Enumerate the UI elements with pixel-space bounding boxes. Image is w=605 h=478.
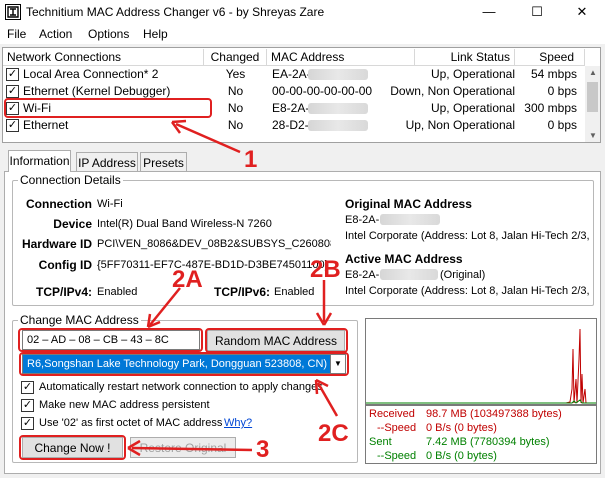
restart-checkbox[interactable]: ✓: [21, 381, 34, 394]
active-mac-value: E8-2A-: [345, 269, 380, 281]
window-title: Technitium MAC Address Changer v6 - by S…: [26, 5, 325, 19]
original-mac-title: Original MAC Address: [345, 197, 472, 211]
rx-speed-value: 0 B/s (0 bytes): [426, 422, 497, 434]
row-mac: EA-2A-: [272, 67, 311, 81]
close-button[interactable]: ✕: [559, 0, 605, 24]
sent-series: [366, 399, 596, 404]
row-link-status: Up, Non Operational: [405, 118, 515, 132]
redacted-mac: [308, 120, 368, 131]
why-link[interactable]: Why?: [224, 417, 252, 429]
active-mac-note: (Original): [440, 269, 486, 281]
tab-presets[interactable]: Presets: [140, 152, 187, 173]
menu-help[interactable]: Help: [143, 27, 168, 41]
hardware-id-value: PCI\VEN_8086&DEV_08B2&SUBSYS_C2608080: [97, 238, 331, 250]
scroll-up-icon[interactable]: ▲: [589, 68, 597, 77]
tx-speed-label: --Speed: [377, 450, 417, 462]
redacted-mac: [380, 214, 440, 225]
menu-action[interactable]: Action: [39, 27, 72, 41]
redacted-mac: [308, 103, 368, 114]
annotation-label-2b: 2B: [310, 256, 341, 283]
tcpipv4-value: Enabled: [97, 286, 138, 298]
column-header-link-status[interactable]: Link Status: [415, 49, 515, 66]
column-header-speed[interactable]: Speed: [515, 49, 585, 66]
annotation-box-mac: [18, 328, 203, 352]
annotation-box-change: [19, 435, 126, 460]
redacted-mac: [380, 269, 438, 280]
row-mac: E8-2A-: [272, 101, 310, 115]
connection-details-legend: Connection Details: [18, 173, 123, 187]
sent-label: Sent: [369, 436, 392, 448]
column-header-mac[interactable]: MAC Address: [267, 49, 415, 66]
original-mac-value: E8-2A-: [345, 214, 380, 226]
config-id-value: {5FF70311-EF7C-487E-BD1D-D3BE74501100}: [97, 259, 329, 271]
rx-speed-label: --Speed: [377, 422, 417, 434]
row-link-status: Up, Operational: [430, 101, 515, 115]
original-mac-vendor: Intel Corporate (Address: Lot 8, Jalan H…: [345, 230, 589, 242]
row-mac: 28-D2-: [272, 118, 309, 132]
row-changed: No: [227, 118, 244, 132]
config-id-label: Config ID: [38, 258, 92, 272]
restore-original-button[interactable]: Restore Original: [130, 437, 236, 458]
annotation-box-wifi: [4, 98, 212, 118]
tab-information[interactable]: Information: [8, 150, 71, 173]
row-changed: Yes: [225, 67, 246, 81]
tab-ip-address[interactable]: IP Address: [76, 152, 138, 173]
annotation-box-random: [205, 328, 348, 353]
hardware-id-label: Hardware ID: [21, 237, 92, 251]
column-header-connections[interactable]: Network Connections: [3, 49, 204, 66]
grid-scroll-thumb[interactable]: [587, 82, 598, 112]
column-header-changed[interactable]: Changed: [204, 49, 267, 66]
connection-label: Connection: [26, 197, 92, 211]
restart-label: Automatically restart network connection…: [39, 381, 323, 393]
traffic-graph: [365, 318, 597, 405]
row-link-status: Down, Non Operational: [390, 84, 515, 98]
tcpipv4-label: TCP/IPv4:: [35, 285, 92, 299]
connection-value: Wi-Fi: [97, 198, 123, 210]
device-value: Intel(R) Dual Band Wireless-N 7260: [97, 218, 272, 230]
received-value: 98.7 MB (103497388 bytes): [426, 408, 562, 420]
row-connection-name: Local Area Connection* 2: [23, 67, 159, 81]
row-checkbox[interactable]: ✓: [6, 68, 19, 81]
menu-file[interactable]: File: [7, 27, 26, 41]
table-row[interactable]: ✓ Local Area Connection* 2 Yes EA-2A- Up…: [3, 66, 585, 83]
row-checkbox[interactable]: ✓: [6, 85, 19, 98]
persistent-checkbox[interactable]: ✓: [21, 399, 34, 412]
use02-label: Use '02' as first octet of MAC address: [39, 417, 223, 429]
received-series: [366, 328, 596, 404]
received-label: Received: [369, 408, 415, 420]
scroll-down-icon[interactable]: ▼: [589, 131, 597, 140]
row-checkbox[interactable]: ✓: [6, 119, 19, 132]
minimize-button[interactable]: —: [466, 0, 512, 24]
row-speed: 0 bps: [547, 84, 577, 98]
use02-checkbox[interactable]: ✓: [21, 417, 34, 430]
row-changed: No: [227, 101, 244, 115]
row-link-status: Up, Operational: [430, 67, 515, 81]
tx-speed-value: 0 B/s (0 bytes): [426, 450, 497, 462]
annotation-box-vendor: [19, 352, 349, 376]
change-mac-legend: Change MAC Address: [18, 313, 141, 327]
table-row[interactable]: ✓ Ethernet No 28-D2- Up, Non Operational…: [3, 117, 585, 134]
app-logo-icon: [5, 4, 21, 20]
row-speed: 300 mbps: [524, 101, 577, 115]
annotation-label-1: 1: [244, 146, 258, 173]
row-speed: 54 mbps: [530, 67, 577, 81]
redacted-mac: [308, 69, 368, 80]
row-changed: No: [227, 84, 244, 98]
row-connection-name: Ethernet: [23, 118, 69, 132]
row-mac: 00-00-00-00-00-00: [272, 84, 373, 98]
annotation-label-2c: 2C: [318, 420, 349, 447]
active-mac-vendor: Intel Corporate (Address: Lot 8, Jalan H…: [345, 285, 589, 297]
annotation-label-2a: 2A: [172, 266, 203, 293]
tcpipv6-value: Enabled: [274, 286, 315, 298]
active-mac-title: Active MAC Address: [345, 252, 463, 266]
sent-value: 7.42 MB (7780394 bytes): [426, 436, 550, 448]
tcpipv6-label: TCP/IPv6:: [213, 285, 270, 299]
persistent-label: Make new MAC address persistent: [39, 399, 210, 411]
traffic-graph-svg: [366, 328, 596, 404]
maximize-button[interactable]: ☐: [514, 0, 560, 24]
annotation-label-3: 3: [256, 436, 270, 463]
device-label: Device: [53, 217, 92, 231]
row-speed: 0 bps: [547, 118, 577, 132]
menu-options[interactable]: Options: [88, 27, 129, 41]
